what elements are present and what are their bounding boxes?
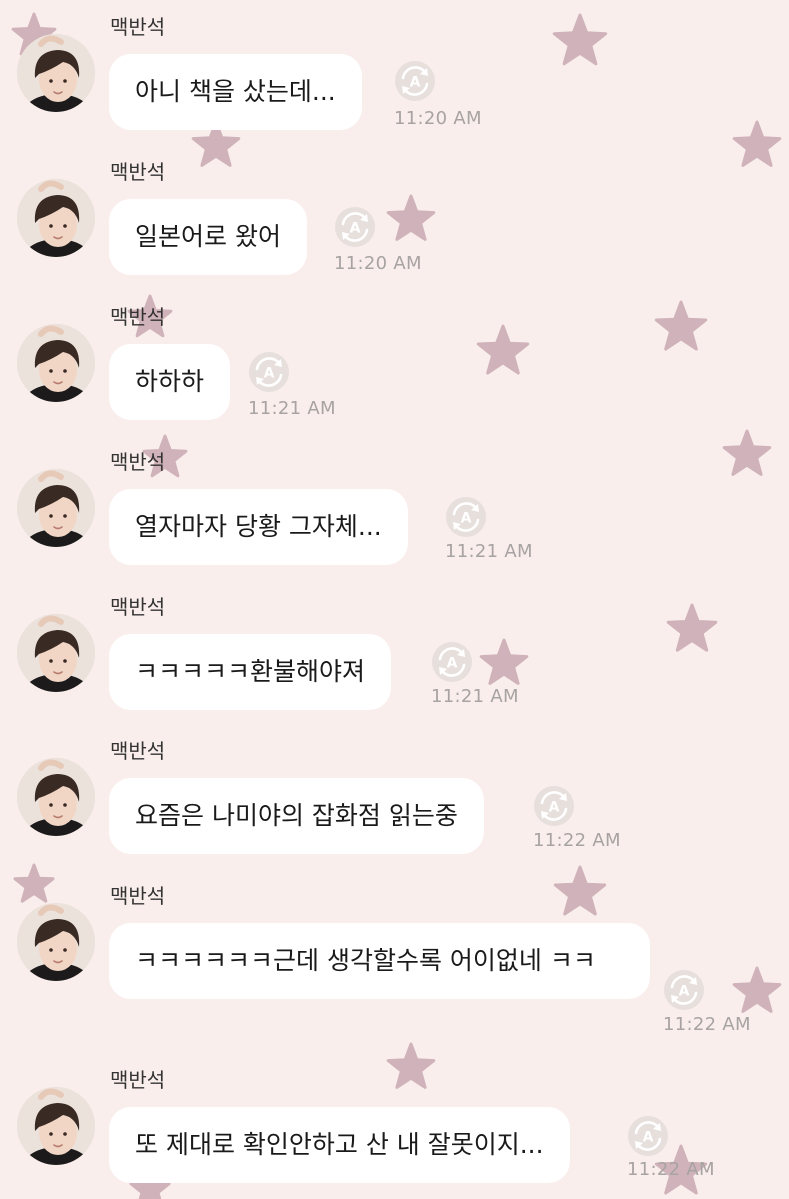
avatar[interactable] <box>17 903 95 981</box>
svg-text:A: A <box>264 366 275 382</box>
svg-text:A: A <box>643 1130 654 1146</box>
message-row: 맥반석 ㅋㅋㅋㅋㅋ환불해야져 A 11:21 AM <box>0 594 789 734</box>
avatar[interactable] <box>17 1087 95 1165</box>
message-bubble[interactable]: 아니 책을 샀는데... <box>109 54 362 130</box>
read-receipt-icon: A <box>533 785 575 827</box>
read-receipt-icon: A <box>663 969 705 1011</box>
message-time: 11:21 AM <box>431 686 519 707</box>
message-row: 맥반석 ㅋㅋㅋㅋㅋㅋ근데 생각할수록 어이없네 ㅋㅋ A 11:22 AM <box>0 883 789 1053</box>
message-row: 맥반석 하하하 A 11:21 AM <box>0 304 789 444</box>
avatar[interactable] <box>17 34 95 112</box>
message-bubble[interactable]: 요즘은 나미야의 잡화점 읽는중 <box>109 778 484 854</box>
sender-name: 맥반석 <box>110 739 166 763</box>
read-receipt-icon: A <box>248 351 290 393</box>
message-time: 11:21 AM <box>445 541 533 562</box>
read-receipt-icon: A <box>431 641 473 683</box>
message-bubble[interactable]: 하하하 <box>109 344 231 420</box>
sender-name: 맥반석 <box>110 1068 166 1092</box>
message-time: 11:20 AM <box>394 108 482 129</box>
sender-name: 맥반석 <box>110 305 166 329</box>
sender-name: 맥반석 <box>110 450 166 474</box>
message-row: 맥반석 열자마자 당황 그자체... A 11:21 AM <box>0 449 789 589</box>
message-row: 맥반석 일본어로 왔어 A 11:20 AM <box>0 159 789 299</box>
message-bubble[interactable]: ㅋㅋㅋㅋㅋ환불해야져 <box>109 634 392 710</box>
message-time: 11:22 AM <box>663 1014 751 1035</box>
sender-name: 맥반석 <box>110 595 166 619</box>
message-row: 맥반석 또 제대로 확인안하고 산 내 잘못이지... A 11:22 AM <box>0 1067 789 1199</box>
message-time: 11:22 AM <box>533 830 621 851</box>
svg-text:A: A <box>461 511 472 527</box>
svg-text:A: A <box>679 984 690 1000</box>
read-receipt-icon: A <box>445 496 487 538</box>
message-bubble[interactable]: 일본어로 왔어 <box>109 199 307 275</box>
svg-text:A: A <box>549 800 560 816</box>
message-bubble[interactable]: 또 제대로 확인안하고 산 내 잘못이지... <box>109 1107 570 1183</box>
avatar[interactable] <box>17 179 95 257</box>
chat-message-list: 맥반석 아니 책을 샀는데... A 11:20 AM 맥반석 일본어로 왔어 … <box>0 0 789 1199</box>
message-time: 11:20 AM <box>334 253 422 274</box>
avatar[interactable] <box>17 324 95 402</box>
message-bubble[interactable]: 열자마자 당황 그자체... <box>109 489 408 565</box>
svg-text:A: A <box>350 221 361 237</box>
avatar[interactable] <box>17 469 95 547</box>
avatar[interactable] <box>17 614 95 692</box>
sender-name: 맥반석 <box>110 884 166 908</box>
svg-text:A: A <box>447 656 458 672</box>
sender-name: 맥반석 <box>110 160 166 184</box>
avatar[interactable] <box>17 758 95 836</box>
read-receipt-icon: A <box>394 60 436 102</box>
sender-name: 맥반석 <box>110 15 166 39</box>
message-bubble[interactable]: ㅋㅋㅋㅋㅋㅋ근데 생각할수록 어이없네 ㅋㅋ <box>109 923 650 999</box>
svg-text:A: A <box>410 75 421 91</box>
message-time: 11:21 AM <box>248 398 336 419</box>
message-row: 맥반석 요즘은 나미야의 잡화점 읽는중 A 11:22 AM <box>0 738 789 878</box>
message-time: 11:22 AM <box>627 1159 715 1180</box>
read-receipt-icon: A <box>334 206 376 248</box>
message-row: 맥반석 아니 책을 샀는데... A 11:20 AM <box>0 14 789 154</box>
read-receipt-icon: A <box>627 1115 669 1157</box>
